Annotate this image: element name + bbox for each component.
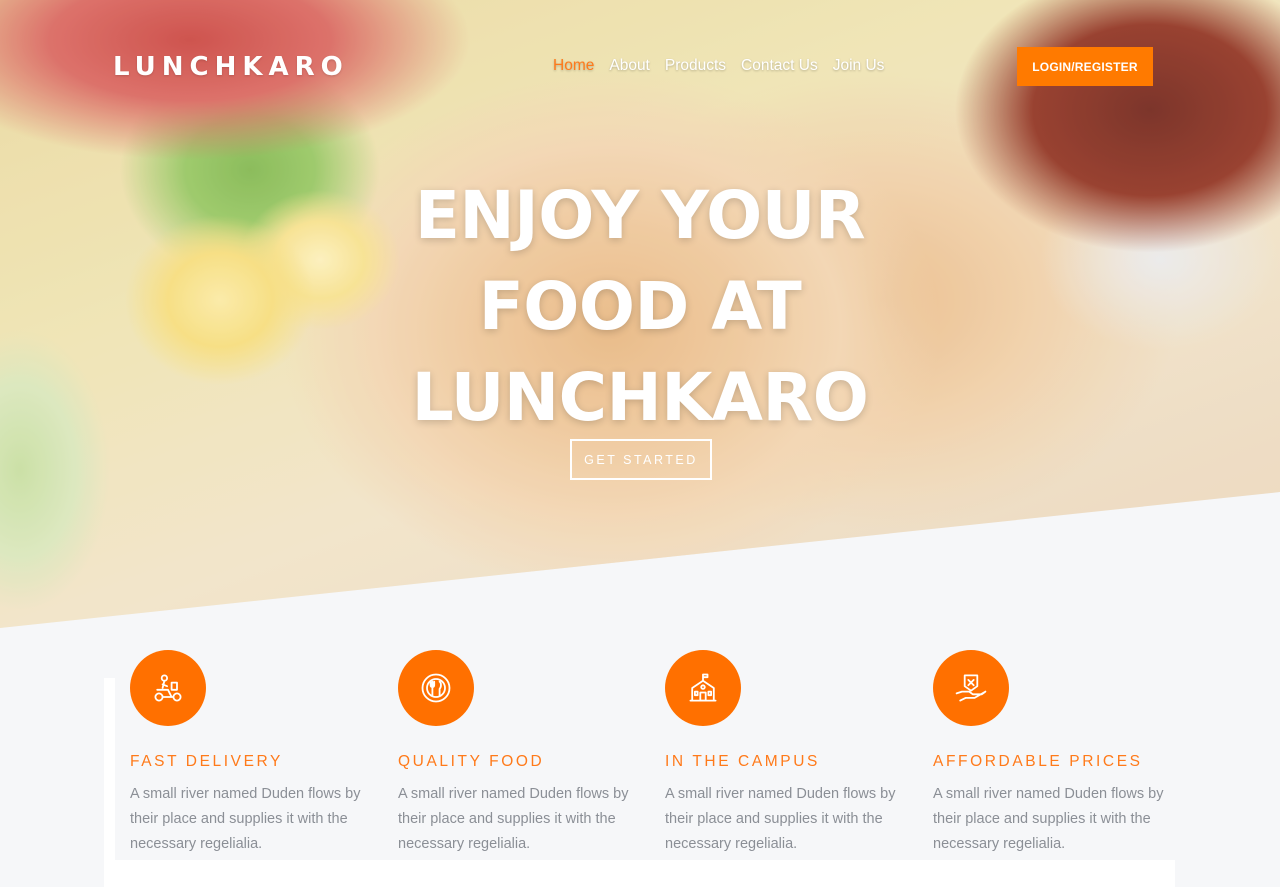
feature-title: AFFORDABLE PRICES [933,753,1143,770]
hero-heading: ENJOY YOUR FOOD AT LUNCHKARO [340,170,940,443]
login-register-button[interactable]: LOGIN/REGISTER [1017,47,1153,86]
hero-heading-line-2: FOOD AT [478,268,802,345]
feature-title: FAST DELIVERY [130,753,283,770]
feature-description: A small river named Duden flows by their… [398,786,629,852]
feature-title: IN THE CAMPUS [665,753,820,770]
price-hand-icon [933,650,1009,726]
hero-heading-line-1: ENJOY YOUR [414,177,866,254]
menu-item-home[interactable]: Home [553,57,594,75]
campus-building-icon [665,650,741,726]
feature-in-the-campus: IN THE CAMPUS A small river named Duden … [665,650,915,857]
get-started-button[interactable]: GET STARTED [570,439,712,480]
feature-description: A small river named Duden flows by their… [665,786,896,852]
feature-fast-delivery: FAST DELIVERY A small river named Duden … [130,650,380,857]
feature-affordable-prices: AFFORDABLE PRICES A small river named Du… [933,650,1183,857]
top-navbar: LUNCHKARO Home About Products Contact Us… [0,0,1280,130]
menu-item-join-us[interactable]: Join Us [833,57,885,75]
feature-description: A small river named Duden flows by their… [130,786,361,852]
feature-title: QUALITY FOOD [398,753,545,770]
brand-logo[interactable]: LUNCHKARO [113,52,349,82]
hero-heading-line-3: LUNCHKARO [411,359,869,436]
menu-item-products[interactable]: Products [665,57,726,75]
feature-description: A small river named Duden flows by their… [933,786,1164,852]
feature-quality-food: QUALITY FOOD A small river named Duden f… [398,650,648,857]
delivery-scooter-icon [130,650,206,726]
menu-item-contact-us[interactable]: Contact Us [741,57,818,75]
plate-cutlery-icon [398,650,474,726]
menu-item-about[interactable]: About [609,57,650,75]
main-menu: Home About Products Contact Us Join Us [553,57,884,75]
